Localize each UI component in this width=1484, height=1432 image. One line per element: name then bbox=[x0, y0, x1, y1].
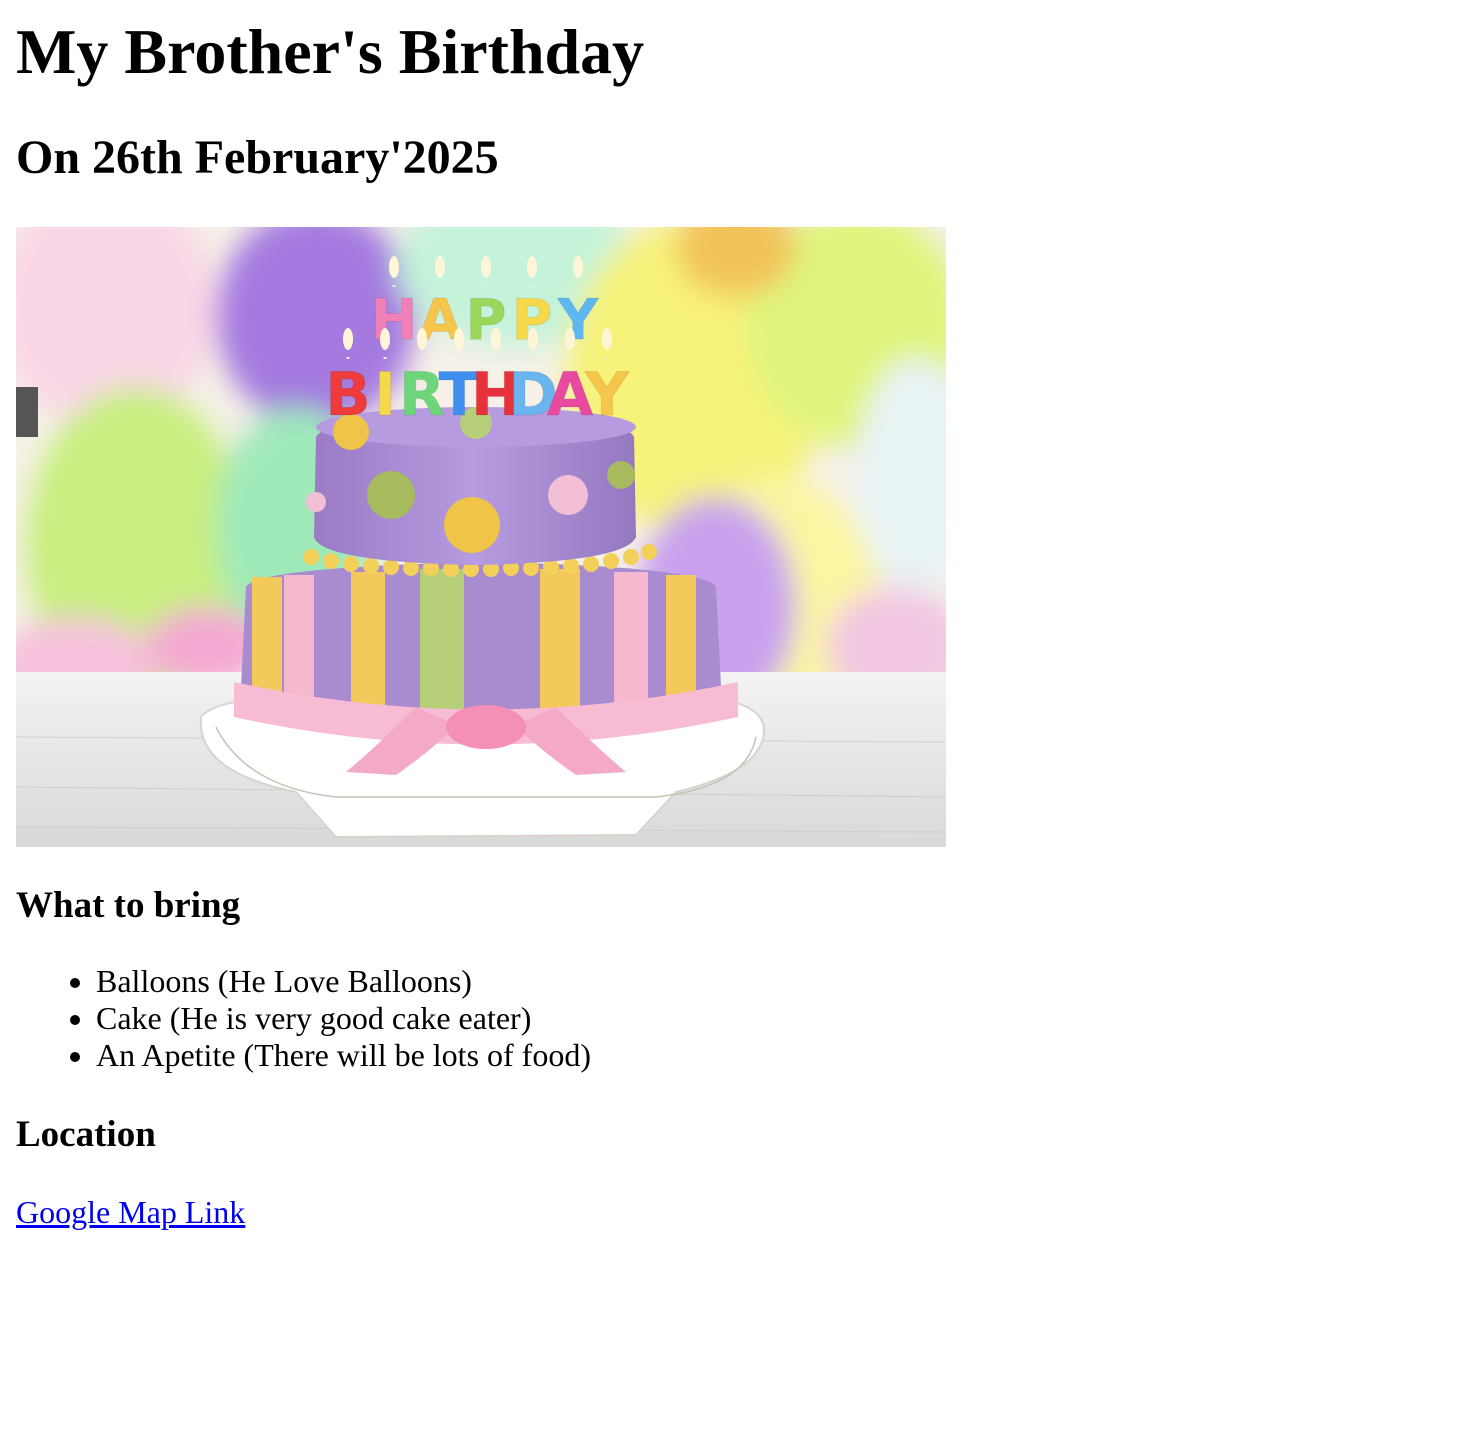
candle-flame bbox=[343, 328, 353, 350]
candle-flame bbox=[435, 256, 445, 278]
candle-flame bbox=[491, 328, 501, 350]
list-item: An Apetite (There will be lots of food) bbox=[96, 1037, 591, 1074]
event-date-heading: On 26th February'2025 bbox=[16, 131, 499, 184]
bring-list: Balloons (He Love Balloons) Cake (He is … bbox=[96, 963, 591, 1074]
candle-letter: B bbox=[325, 360, 371, 430]
google-map-link[interactable]: Google Map Link bbox=[16, 1192, 245, 1232]
candle-letter: I bbox=[374, 360, 396, 430]
candle-letter: H bbox=[371, 288, 418, 353]
candle-flame bbox=[454, 328, 464, 350]
candle-flame bbox=[565, 328, 575, 350]
candle-flame bbox=[380, 328, 390, 350]
candle-flame bbox=[481, 256, 491, 278]
candle-flame bbox=[573, 256, 583, 278]
candle-letter: Y bbox=[584, 360, 630, 430]
birthday-cake-image: HAPPY BIRTHDAY bbox=[16, 227, 946, 847]
location-heading: Location bbox=[16, 1114, 156, 1155]
page-title: My Brother's Birthday bbox=[16, 16, 645, 87]
candle-letter: Y bbox=[557, 288, 600, 353]
what-to-bring-heading: What to bring bbox=[16, 885, 241, 926]
candle-flame bbox=[602, 328, 612, 350]
candle-flame bbox=[527, 256, 537, 278]
candle-flame bbox=[389, 256, 399, 278]
candle-flame bbox=[417, 328, 427, 350]
list-item: Cake (He is very good cake eater) bbox=[96, 1000, 591, 1037]
candle-flame bbox=[528, 328, 538, 350]
list-item: Balloons (He Love Balloons) bbox=[96, 963, 591, 1000]
